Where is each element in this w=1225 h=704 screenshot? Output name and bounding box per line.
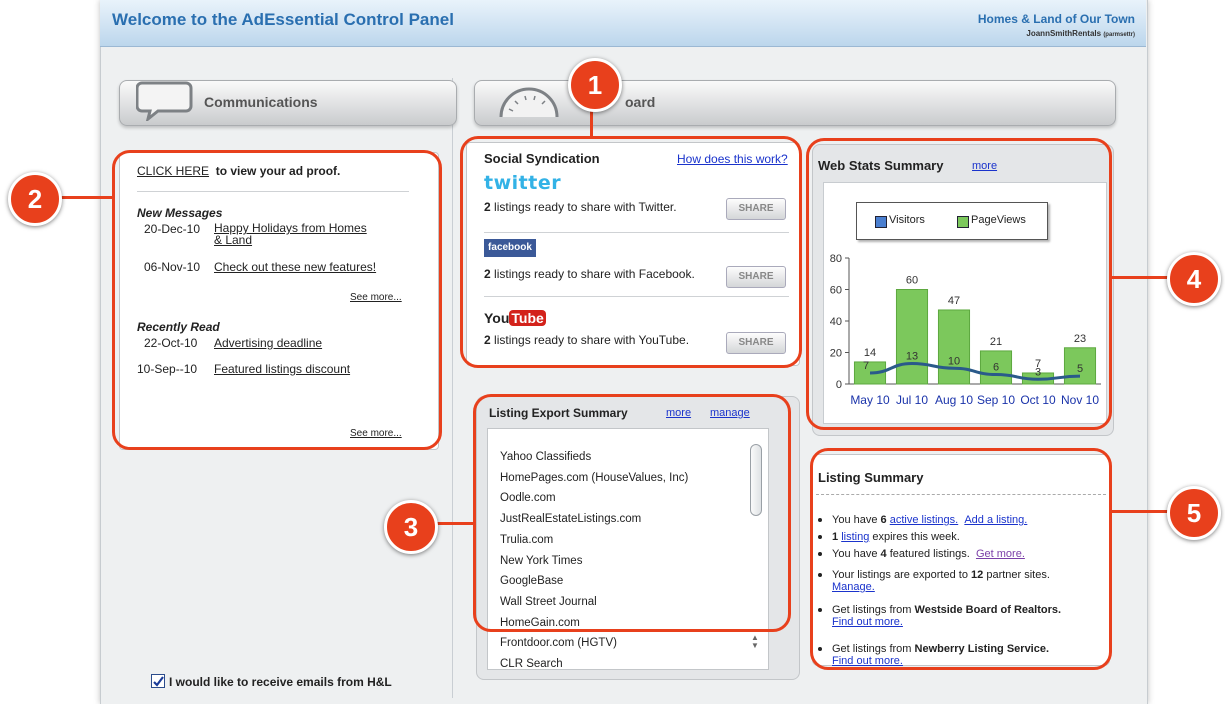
- callout-outline-3: [473, 394, 791, 632]
- callout-badge-2: 2: [8, 172, 62, 226]
- email-opt-in-label: I would like to receive emails from H&L: [169, 675, 392, 689]
- email-opt-in-checkbox[interactable]: [151, 674, 165, 688]
- column-divider: [452, 78, 453, 698]
- speech-bubble-icon: [136, 81, 193, 121]
- account-suffix: (parmsettr): [1103, 32, 1135, 38]
- callout-outline-5: [810, 448, 1112, 670]
- callout-connector: [1110, 510, 1174, 513]
- site-name: Homes & Land of Our Town: [977, 12, 1135, 26]
- callout-connector: [590, 108, 593, 138]
- callout-connector: [432, 522, 476, 525]
- callout-outline-1: [460, 136, 802, 368]
- account-label: JoannSmithRentals: [1026, 29, 1102, 38]
- callout-connector: [1110, 276, 1174, 279]
- account-name: JoannSmithRentals (parmsettr): [1026, 29, 1135, 38]
- callout-badge-4: 4: [1167, 252, 1221, 306]
- callout-badge-3: 3: [384, 500, 438, 554]
- dashboard-title: oard: [625, 94, 656, 110]
- callout-outline-4: [806, 138, 1112, 430]
- scroll-arrows-icon[interactable]: ▲ ▼: [751, 634, 759, 650]
- export-site-item[interactable]: Frontdoor.com (HGTV): [500, 637, 617, 649]
- callout-outline-2: [112, 150, 442, 450]
- export-site-item[interactable]: CLR Search: [500, 658, 563, 670]
- checkmark-icon: [153, 676, 164, 687]
- callout-badge-5: 5: [1167, 486, 1221, 540]
- communications-title: Communications: [204, 94, 318, 110]
- callout-connector: [58, 196, 114, 199]
- gauge-icon: [499, 87, 559, 118]
- callout-badge-1: 1: [568, 58, 622, 112]
- page-title: Welcome to the AdEssential Control Panel: [112, 10, 454, 29]
- communications-header: Communications: [119, 80, 457, 126]
